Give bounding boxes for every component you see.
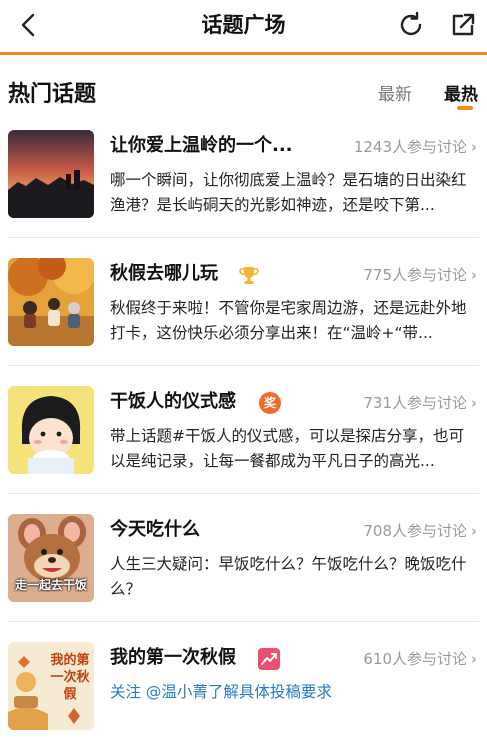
tab-newest[interactable]: 最新 xyxy=(378,80,412,105)
tab-hottest[interactable]: 最热 xyxy=(444,80,478,105)
participant-count[interactable]: 1243人参与讨论 › xyxy=(354,136,477,158)
topic-thumbnail: 我的第一次秋假 xyxy=(8,642,94,730)
topic-item[interactable]: 我的第一次秋假 我的第一次秋假 610人参与讨论 › 关注 @温小菁了解具体投稿要… xyxy=(0,642,487,750)
participant-count[interactable]: 708人参与讨论 › xyxy=(363,520,477,542)
topic-description: 秋假终于来啦！不管你是宅家周边游，还是远赴外地打卡，这份快乐必须分享出来！在“温… xyxy=(110,299,467,342)
participant-count-text: 708人参与讨论 xyxy=(363,522,467,540)
chevron-right-icon: › xyxy=(471,522,477,540)
participant-count-text: 775人参与讨论 xyxy=(363,266,467,284)
section-header: 热门话题 最新 最热 xyxy=(0,70,487,114)
topic-thumbnail: 走一起去干饭 xyxy=(8,514,94,602)
topic-thumbnail xyxy=(8,258,94,346)
participant-count-text: 610人参与讨论 xyxy=(363,650,467,668)
header-accent-line xyxy=(0,52,487,55)
topic-thumbnail xyxy=(8,386,94,474)
topic-item[interactable]: 走一起去干饭 今天吃什么 708人参与讨论 › 人生三大疑问：早饭吃什么？午饭吃什… xyxy=(0,514,487,642)
topic-item[interactable]: 让你爱上温岭的一个... 1243人参与讨论 › 哪一个瞬间，让你彻底爱上温岭？是… xyxy=(0,130,487,258)
section-title: 热门话题 xyxy=(8,82,97,107)
divider xyxy=(8,621,479,622)
topic-title: 今天吃什么 xyxy=(110,519,200,540)
chevron-right-icon: › xyxy=(471,394,477,412)
share-icon[interactable] xyxy=(448,10,478,40)
topic-description: 哪一个瞬间，让你彻底爱上温岭？是石塘的日出染红渔港？是长屿硐天的光影如神迹，还是… xyxy=(110,171,467,214)
refresh-icon[interactable] xyxy=(396,10,426,40)
topic-title: 干饭人的仪式感 xyxy=(110,391,236,412)
divider xyxy=(8,237,479,238)
topic-title: 秋假去哪儿玩 xyxy=(110,263,218,284)
topic-description: 带上话题#干饭人的仪式感，可以是探店分享，也可以是纯记录，让每一餐都成为平凡日子… xyxy=(110,427,464,470)
topic-item[interactable]: 秋假去哪儿玩 775人参与讨论 › 秋假终于来啦！不管你是宅家周边游，还是远赴外地… xyxy=(0,258,487,386)
participant-count[interactable]: 775人参与讨论 › xyxy=(363,264,477,286)
topic-item[interactable]: 干饭人的仪式感 奖 731人参与讨论 › 带上话题#干饭人的仪式感，可以是探店分享… xyxy=(0,386,487,514)
top-bar: 话题广场 xyxy=(0,0,487,52)
participant-count-text: 731人参与讨论 xyxy=(363,394,467,412)
divider xyxy=(8,365,479,366)
topic-description-link[interactable]: 关注 @温小菁了解具体投稿要求 xyxy=(110,680,475,705)
participant-count[interactable]: 731人参与讨论 › xyxy=(363,392,477,414)
chevron-right-icon: › xyxy=(471,138,477,156)
participant-count[interactable]: 610人参与讨论 › xyxy=(363,648,477,670)
trophy-icon xyxy=(239,267,259,284)
topic-title: 我的第一次秋假 xyxy=(110,647,236,668)
participant-count-text: 1243人参与讨论 xyxy=(353,138,467,156)
active-tab-indicator xyxy=(457,106,473,110)
topic-thumbnail xyxy=(8,130,94,218)
trending-icon xyxy=(258,648,280,670)
divider xyxy=(8,493,479,494)
topic-title: 让你爱上温岭的一个... xyxy=(110,135,293,156)
topic-description: 人生三大疑问：早饭吃什么？午饭吃什么？晚饭吃什么？ xyxy=(110,555,467,598)
award-icon: 奖 xyxy=(259,392,281,414)
thumbnail-caption: 我的第一次秋假 xyxy=(50,653,90,702)
chevron-right-icon: › xyxy=(471,650,477,668)
chevron-right-icon: › xyxy=(471,266,477,284)
thumbnail-caption: 走一起去干饭 xyxy=(14,578,87,592)
